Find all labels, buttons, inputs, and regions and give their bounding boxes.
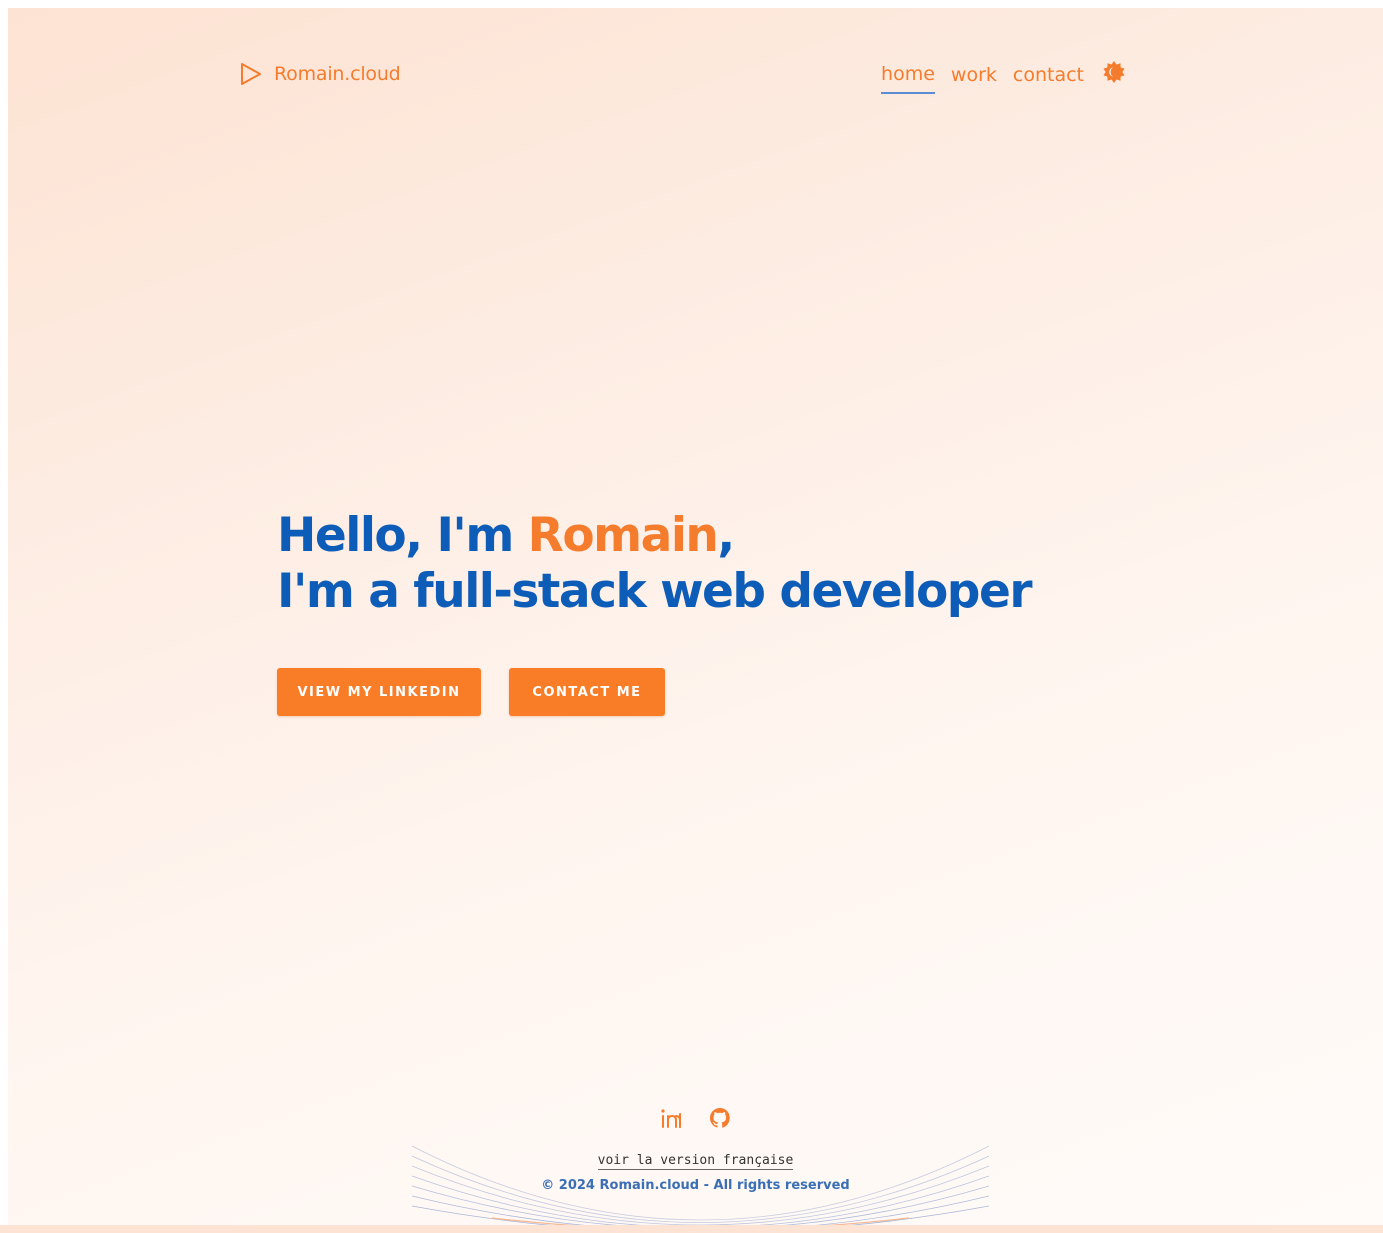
language-switch: voir la version française xyxy=(8,1149,1383,1170)
hero-buttons: VIEW MY LINKEDIN CONTACT ME xyxy=(277,668,665,716)
french-version-link[interactable]: voir la version française xyxy=(597,1153,794,1170)
logo-text: Romain.cloud xyxy=(274,63,401,85)
social-links xyxy=(8,1108,1383,1132)
view-linkedin-button[interactable]: VIEW MY LINKEDIN xyxy=(277,668,481,716)
contact-me-button[interactable]: CONTACT ME xyxy=(509,668,665,716)
bottom-edge xyxy=(0,1225,1383,1233)
logo-link[interactable]: Romain.cloud xyxy=(240,62,401,86)
nav-home[interactable]: home xyxy=(881,62,935,94)
linkedin-icon xyxy=(660,1106,684,1134)
hero-comma: , xyxy=(717,508,735,563)
github-icon xyxy=(708,1106,732,1134)
hero-name: Romain xyxy=(527,508,719,563)
github-link[interactable] xyxy=(708,1108,732,1132)
nav-contact[interactable]: contact xyxy=(1013,63,1084,93)
linkedin-link[interactable] xyxy=(660,1108,684,1132)
hero-tagline: I'm a full-stack web developer xyxy=(277,564,1033,619)
hero-greeting: Hello, I'm xyxy=(277,508,528,563)
page-background: Romain.cloud home work contact Hello, I'… xyxy=(8,8,1383,1225)
copyright-text: © 2024 Romain.cloud - All rights reserve… xyxy=(541,1178,850,1193)
hero-heading: Hello, I'm Romain, I'm a full-stack web … xyxy=(277,508,1033,620)
main-nav: home work contact xyxy=(881,60,1126,94)
play-triangle-icon xyxy=(240,62,262,86)
theme-toggle-button[interactable] xyxy=(1102,60,1126,88)
nav-work[interactable]: work xyxy=(951,63,997,93)
hero-section: Hello, I'm Romain, I'm a full-stack web … xyxy=(277,508,1033,620)
sun-gear-icon xyxy=(1102,60,1126,88)
